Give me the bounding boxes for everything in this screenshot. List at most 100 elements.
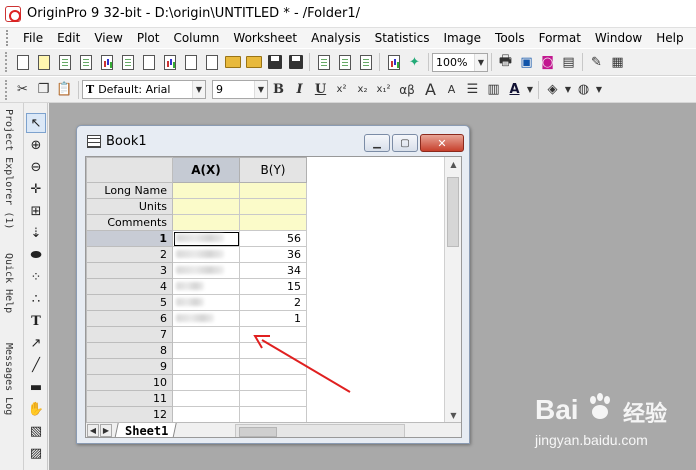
row-number[interactable]: 7: [86, 326, 173, 343]
cell-b[interactable]: [239, 342, 307, 359]
menu-plot[interactable]: Plot: [130, 28, 167, 48]
menu-format[interactable]: Format: [532, 28, 588, 48]
save-template-button[interactable]: [285, 52, 306, 73]
subscript-button[interactable]: x₂: [352, 79, 373, 100]
open-template-button[interactable]: [243, 52, 264, 73]
messages-log-tab[interactable]: Messages Log: [3, 343, 14, 415]
font-select[interactable]: T Default: Arial ▼: [82, 80, 206, 99]
line-tool-icon[interactable]: ╱: [26, 355, 46, 375]
cell-b[interactable]: [239, 390, 307, 407]
menu-edit[interactable]: Edit: [50, 28, 87, 48]
pattern-dropdown-icon[interactable]: ▼: [594, 79, 604, 100]
cell-a[interactable]: [172, 390, 240, 407]
row-number[interactable]: 8: [86, 342, 173, 359]
project-explorer-tab[interactable]: Project Explorer (1): [3, 109, 14, 229]
scroll-down-icon[interactable]: ▼: [445, 408, 461, 422]
new-matrix-button[interactable]: [117, 52, 138, 73]
row-label-units[interactable]: Units: [86, 198, 173, 215]
pattern-button[interactable]: ◍: [573, 79, 594, 100]
zoom-select[interactable]: 100% ▼: [432, 52, 488, 72]
insert-chart-icon[interactable]: ▨: [26, 443, 46, 463]
cell-b[interactable]: 56: [239, 230, 307, 247]
cell-b[interactable]: 2: [239, 294, 307, 311]
cell-a[interactable]: [172, 246, 240, 263]
row-number[interactable]: 12: [86, 406, 173, 423]
fill-color-dropdown-icon[interactable]: ▼: [563, 79, 573, 100]
import-wizard-button[interactable]: [355, 52, 376, 73]
pan-hand-icon[interactable]: ✋: [26, 399, 46, 419]
import-multiple-ascii-button[interactable]: [334, 52, 355, 73]
save-project-button[interactable]: [264, 52, 285, 73]
new-layout-button[interactable]: [180, 52, 201, 73]
data-reader-icon[interactable]: ✛: [26, 179, 46, 199]
cell-b-units[interactable]: [239, 198, 307, 215]
scroll-up-icon[interactable]: ▲: [445, 157, 461, 171]
cell-b-comments[interactable]: [239, 214, 307, 231]
worksheet[interactable]: A(X) B(Y) Long Name Units Comments 1 56 …: [85, 156, 462, 438]
font-size-select[interactable]: 9 ▼: [212, 80, 268, 99]
increase-font-button[interactable]: A: [420, 79, 441, 100]
open-button[interactable]: [222, 52, 243, 73]
column-header-a[interactable]: A(X): [172, 157, 240, 183]
corner-cell[interactable]: [86, 157, 173, 183]
mask-points-icon[interactable]: ∴: [26, 289, 46, 309]
new-excel-button[interactable]: [75, 52, 96, 73]
menu-file[interactable]: File: [16, 28, 50, 48]
print-button[interactable]: 🖶: [495, 52, 516, 73]
recalculate-button[interactable]: ✦: [404, 52, 425, 73]
cell-a[interactable]: [172, 374, 240, 391]
code-builder-button[interactable]: ◙: [537, 52, 558, 73]
cut-button[interactable]: ✂: [12, 79, 33, 100]
row-number[interactable]: 5: [86, 294, 173, 311]
cell-b[interactable]: [239, 358, 307, 375]
paste-button[interactable]: 📋: [54, 79, 75, 100]
cell-b[interactable]: 15: [239, 278, 307, 295]
cell-b[interactable]: [239, 326, 307, 343]
command-window-button[interactable]: ▦: [607, 52, 628, 73]
cell-b[interactable]: [239, 374, 307, 391]
menu-view[interactable]: View: [87, 28, 129, 48]
quick-help-tab[interactable]: Quick Help: [3, 253, 14, 313]
new-folder-button[interactable]: [33, 52, 54, 73]
cell-b[interactable]: 34: [239, 262, 307, 279]
new-graph-button[interactable]: [96, 52, 117, 73]
row-number[interactable]: 9: [86, 358, 173, 375]
menu-help[interactable]: Help: [649, 28, 690, 48]
cell-a[interactable]: [172, 358, 240, 375]
greek-button[interactable]: αβ: [394, 79, 420, 100]
cell-b[interactable]: 1: [239, 310, 307, 327]
cell-b-long-name[interactable]: [239, 182, 307, 199]
menu-column[interactable]: Column: [166, 28, 226, 48]
row-number[interactable]: 6: [86, 310, 173, 327]
font-color-dropdown-icon[interactable]: ▼: [525, 79, 535, 100]
cell-a-units[interactable]: [172, 198, 240, 215]
text-tool-icon[interactable]: T: [26, 311, 46, 331]
cell-b[interactable]: [239, 406, 307, 423]
import-single-ascii-button[interactable]: [313, 52, 334, 73]
superscript-button[interactable]: x²: [331, 79, 352, 100]
data-selector-icon[interactable]: ⇣: [26, 223, 46, 243]
row-number[interactable]: 4: [86, 278, 173, 295]
new-function-button[interactable]: [138, 52, 159, 73]
cell-a[interactable]: [172, 230, 240, 247]
menu-tools[interactable]: Tools: [488, 28, 532, 48]
row-label-comments[interactable]: Comments: [86, 214, 173, 231]
bold-button[interactable]: B: [268, 79, 289, 100]
menu-image[interactable]: Image: [436, 28, 488, 48]
column-bars-icon[interactable]: ▥: [483, 79, 504, 100]
script-window-button[interactable]: ✎: [586, 52, 607, 73]
pointer-tool-icon[interactable]: ↖: [26, 113, 46, 133]
insert-graph-icon[interactable]: ▧: [26, 421, 46, 441]
new-3d-graph-button[interactable]: [159, 52, 180, 73]
sheet-tab[interactable]: Sheet1: [114, 422, 178, 437]
menu-window[interactable]: Window: [588, 28, 649, 48]
underline-button[interactable]: U: [310, 79, 331, 100]
cell-a[interactable]: [172, 310, 240, 327]
font-color-button[interactable]: A: [504, 79, 525, 100]
maximize-button[interactable]: ▢: [392, 134, 418, 152]
row-number[interactable]: 1: [86, 230, 173, 247]
column-header-b[interactable]: B(Y): [239, 157, 307, 183]
cell-a[interactable]: [172, 294, 240, 311]
sheet-next-icon[interactable]: ▶: [100, 424, 112, 437]
region-selector-icon[interactable]: ⬬: [26, 245, 46, 265]
